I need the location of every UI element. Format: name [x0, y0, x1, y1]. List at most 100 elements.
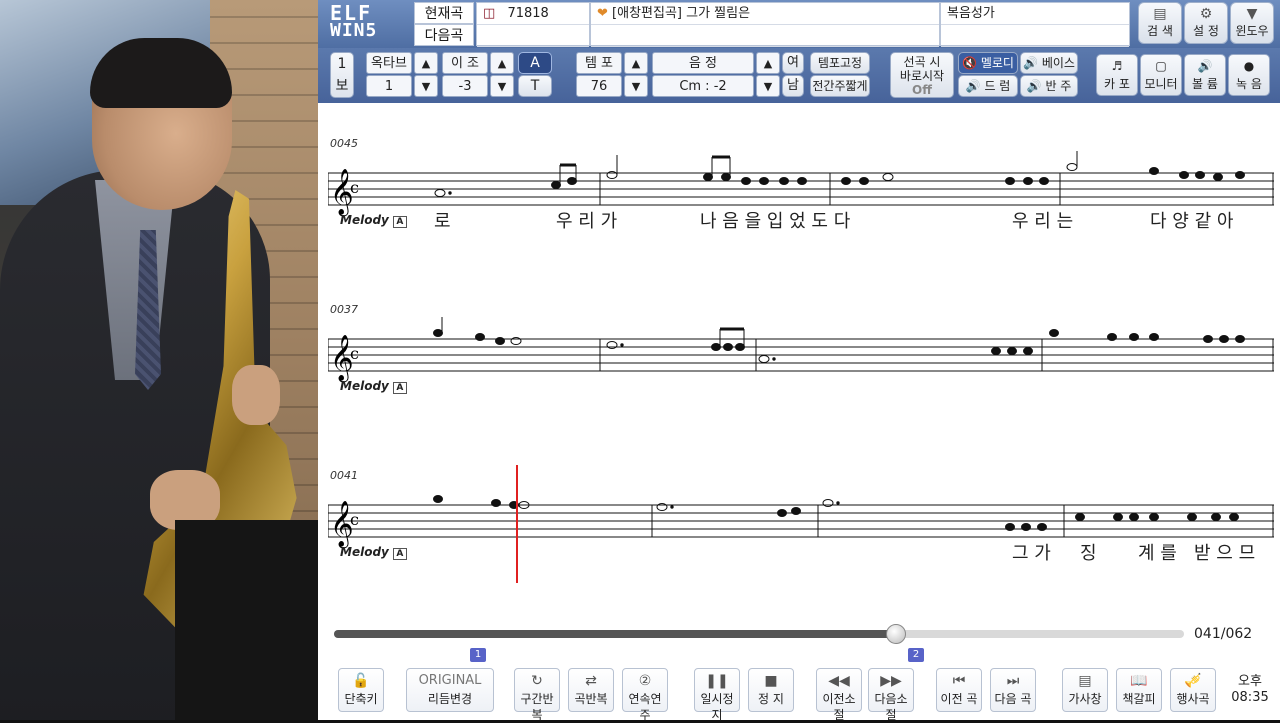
transpose-up-button[interactable]: ▲	[490, 52, 514, 74]
mode-t-button[interactable]: T	[518, 75, 552, 97]
trumpet-icon: 🎺	[1184, 673, 1202, 689]
mode-a-button[interactable]: A	[518, 52, 552, 74]
original-text: ORIGINAL	[418, 673, 482, 688]
melody-label: 멜로디	[980, 56, 1014, 70]
prev-measure-button[interactable]: ◀◀ 이전소절	[816, 668, 862, 722]
settings-button[interactable]: ⚙ 설 정	[1184, 2, 1228, 44]
male-key-button[interactable]: 남	[782, 75, 804, 97]
octave-up-button[interactable]: ▲	[414, 52, 438, 74]
transpose-down-button[interactable]: ▼	[490, 75, 514, 97]
score-system-1: 0045 𝄞 c Melody A 로 우 리 가 나 음 을 입 었 도 다 …	[328, 137, 1274, 287]
lyric: 징	[1080, 543, 1097, 564]
chevron-down-icon: ▼	[1246, 6, 1258, 22]
key-up-button[interactable]: ▲	[756, 52, 780, 74]
track-lyrics-icon: A	[392, 548, 407, 560]
progress-knob[interactable]	[885, 624, 906, 644]
drum-toggle[interactable]: 🔊 드 럼	[958, 75, 1018, 97]
section-repeat-button[interactable]: ↻ 구간반복	[514, 668, 560, 722]
lyrics-window-button[interactable]: ▤ 가사창	[1062, 668, 1108, 712]
monitor-button[interactable]: ▢ 모니터	[1140, 54, 1182, 96]
window-button[interactable]: ▼ 윈도우	[1230, 2, 1274, 44]
svg-text:c: c	[350, 510, 359, 529]
next-song-button[interactable]: ⏭ 다음 곡	[990, 668, 1036, 712]
bookmark-button[interactable]: 📖 책갈피	[1116, 668, 1162, 712]
record-icon: ●	[1243, 59, 1255, 73]
page-button[interactable]: 1 보	[330, 52, 354, 98]
key-value: Cm : -2	[652, 75, 754, 97]
section-marker-2[interactable]: 2	[908, 648, 924, 662]
volume-label: 볼 륨	[1192, 77, 1218, 91]
octave-down-button[interactable]: ▼	[414, 75, 438, 97]
tempo-fix-button[interactable]: 템포고정	[810, 52, 870, 74]
track-label: Melody A	[340, 213, 407, 228]
section-marker-1[interactable]: 1	[470, 648, 486, 662]
measure-number: 0037	[330, 303, 358, 316]
transpose-label: 이 조	[442, 52, 488, 74]
search-icon: ▤	[1153, 6, 1167, 22]
song-title: [애창편집곡] 그가 찔림은	[612, 6, 751, 21]
top-bar: ELF WIN5 현재곡 다음곡 ◫ 71818 ❤ [애창편집곡] 그가 찔림…	[318, 0, 1280, 48]
volume-button[interactable]: 🔊 볼 륨	[1184, 54, 1226, 96]
performer-hair	[90, 38, 232, 108]
track-label: Melody A	[340, 545, 407, 560]
next-song-label: 다음곡	[414, 24, 474, 46]
lyric: 우 리 가	[556, 211, 618, 232]
prev-song-button[interactable]: ⏮ 이전 곡	[936, 668, 982, 712]
song-category: 복음성가	[941, 3, 1129, 25]
capo-button[interactable]: ♬ 카 포	[1096, 54, 1138, 96]
track-label-text: Melody	[340, 379, 389, 393]
track-label-text: Melody	[340, 545, 389, 559]
lyrics-window-label: 가사창	[1068, 692, 1102, 706]
song-category-box: 복음성가	[940, 2, 1130, 47]
song-repeat-button[interactable]: ⇄ 곡반복	[568, 668, 614, 712]
lyric: 로	[434, 211, 451, 232]
stop-button[interactable]: ■ 정 지	[748, 668, 794, 712]
progress-bar[interactable]	[334, 624, 1184, 644]
song-number-box: ◫ 71818	[476, 2, 590, 47]
track-label: Melody A	[340, 379, 407, 394]
octave-value: 1	[366, 75, 412, 97]
song-repeat-label: 곡반복	[574, 692, 608, 706]
event-song-button[interactable]: 🎺 행사곡	[1170, 668, 1216, 712]
prev-measure-label: 이전소절	[822, 692, 856, 722]
key-down-button[interactable]: ▼	[756, 75, 780, 97]
accompaniment-toggle[interactable]: 🔊 반 주	[1020, 75, 1078, 97]
track-lyrics-icon: A	[392, 382, 407, 394]
shortcut-button[interactable]: 🔓 단축키	[338, 668, 384, 712]
next-song-title	[591, 25, 939, 47]
melody-toggle[interactable]: 🔇 멜로디	[958, 52, 1018, 74]
page-number: 1	[337, 56, 347, 72]
svg-text:c: c	[350, 178, 359, 197]
section-repeat-icon: ↻	[531, 673, 543, 689]
next-song-number	[477, 25, 589, 47]
fast-forward-icon: ▶▶	[880, 673, 902, 689]
bass-toggle[interactable]: 🔊 베이스	[1020, 52, 1078, 74]
measure-counter: 041/062	[1194, 626, 1253, 642]
prev-song-label: 이전 곡	[940, 692, 978, 706]
female-key-button[interactable]: 여	[782, 52, 804, 74]
continuous-icon: ②	[638, 673, 652, 689]
track-lyrics-icon: A	[392, 216, 407, 228]
prev-track-icon: ⏮	[952, 673, 966, 689]
search-button[interactable]: ▤ 검 색	[1138, 2, 1182, 44]
next-measure-label: 다음소절	[874, 692, 908, 722]
rhythm-change-button[interactable]: ORIGINAL 리듬변경	[406, 668, 494, 712]
record-label: 녹 음	[1236, 77, 1262, 91]
window-button-label: 윈도우	[1235, 24, 1269, 38]
key-label: 음 정	[652, 52, 754, 74]
clock-ampm: 오후	[1238, 674, 1262, 689]
song-title-box: ❤ [애창편집곡] 그가 찔림은	[590, 2, 940, 47]
continuous-play-button[interactable]: ② 연속연주	[622, 668, 668, 722]
svg-text:c: c	[350, 344, 359, 363]
next-measure-button[interactable]: ▶▶ 다음소절	[868, 668, 914, 722]
pause-button[interactable]: ❚❚ 일시정지	[694, 668, 740, 722]
record-button[interactable]: ● 녹 음	[1228, 54, 1270, 96]
pause-icon: ❚❚	[705, 673, 729, 689]
song-title-line: ❤ [애창편집곡] 그가 찔림은	[591, 3, 939, 25]
staff-2: 𝄞 c	[328, 317, 1274, 383]
tempo-down-button[interactable]: ▼	[624, 75, 648, 97]
tempo-up-button[interactable]: ▲	[624, 52, 648, 74]
direct-start-button[interactable]: 선곡 시 바로시작 Off	[890, 52, 954, 98]
measure-number: 0045	[330, 137, 358, 150]
interlude-short-button[interactable]: 전간주짧게	[810, 75, 870, 97]
